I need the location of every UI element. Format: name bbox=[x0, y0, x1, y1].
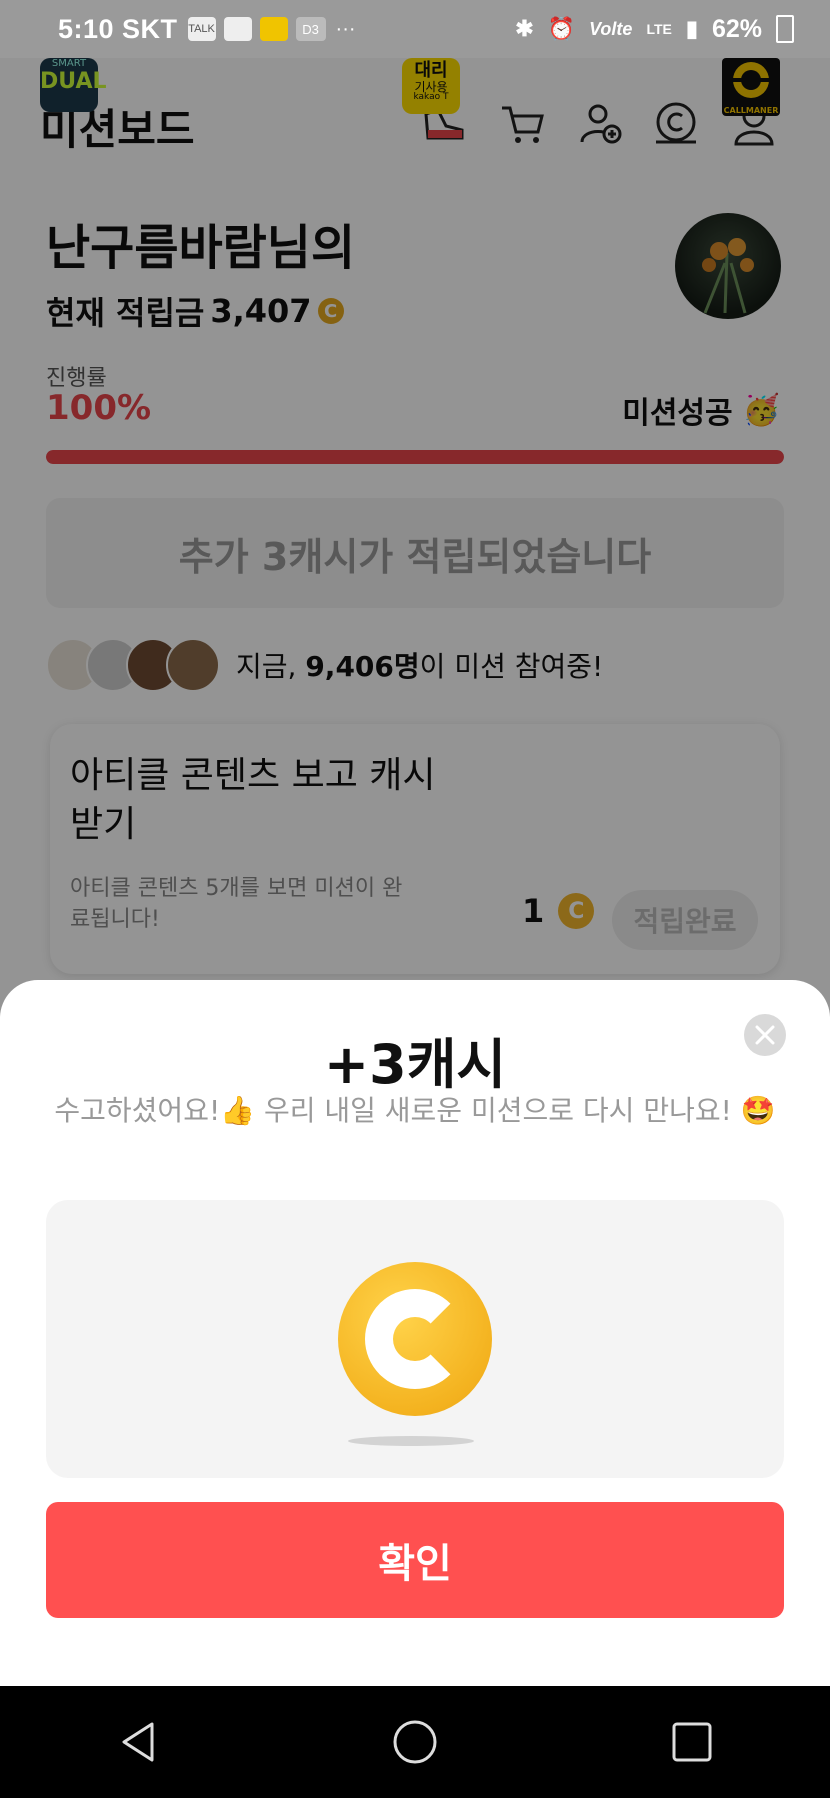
reward-illustration-box bbox=[46, 1200, 784, 1478]
reward-message: 수고하셨어요!👍 우리 내일 새로운 미션으로 다시 만나요! 🤩 bbox=[54, 1094, 776, 1127]
talk-icon: TALK bbox=[187, 17, 216, 41]
d3-icon: D3 bbox=[295, 17, 326, 41]
note-icon bbox=[223, 17, 252, 41]
bluetooth-icon: ✱ bbox=[515, 16, 534, 41]
status-right: ✱ ⏰ Volte LTE ▮ 62% bbox=[515, 15, 794, 44]
notification-icons: TALK D3 bbox=[187, 17, 326, 41]
status-bar: 5:10 SKT TALK D3 ··· ✱ ⏰ Volte LTE ▮ 62% bbox=[0, 0, 830, 58]
status-time: 5:10 SKT bbox=[58, 13, 178, 44]
confirm-button[interactable]: 확인 bbox=[46, 1502, 784, 1618]
kakao-icon bbox=[259, 17, 288, 41]
battery-icon bbox=[776, 15, 794, 43]
recents-icon[interactable] bbox=[666, 1716, 718, 1768]
signal-icon: ▮ bbox=[685, 16, 698, 41]
overflow-dots: ··· bbox=[335, 17, 356, 40]
alarm-icon: ⏰ bbox=[547, 16, 576, 41]
lte-label: LTE bbox=[646, 21, 672, 37]
back-icon[interactable] bbox=[112, 1716, 164, 1768]
volte-label: Volte bbox=[589, 18, 633, 39]
reward-bottom-sheet: +3캐시 수고하셨어요!👍 우리 내일 새로운 미션으로 다시 만나요! 🤩 확… bbox=[0, 980, 830, 1686]
system-navigation-bar bbox=[0, 1686, 830, 1798]
cash-coin-icon bbox=[338, 1262, 492, 1416]
coin-letter-c bbox=[365, 1289, 465, 1389]
reward-title: +3캐시 bbox=[323, 1033, 507, 1096]
battery-text: 62% bbox=[711, 14, 762, 43]
coin-shadow bbox=[348, 1436, 474, 1446]
home-icon[interactable] bbox=[389, 1716, 441, 1768]
